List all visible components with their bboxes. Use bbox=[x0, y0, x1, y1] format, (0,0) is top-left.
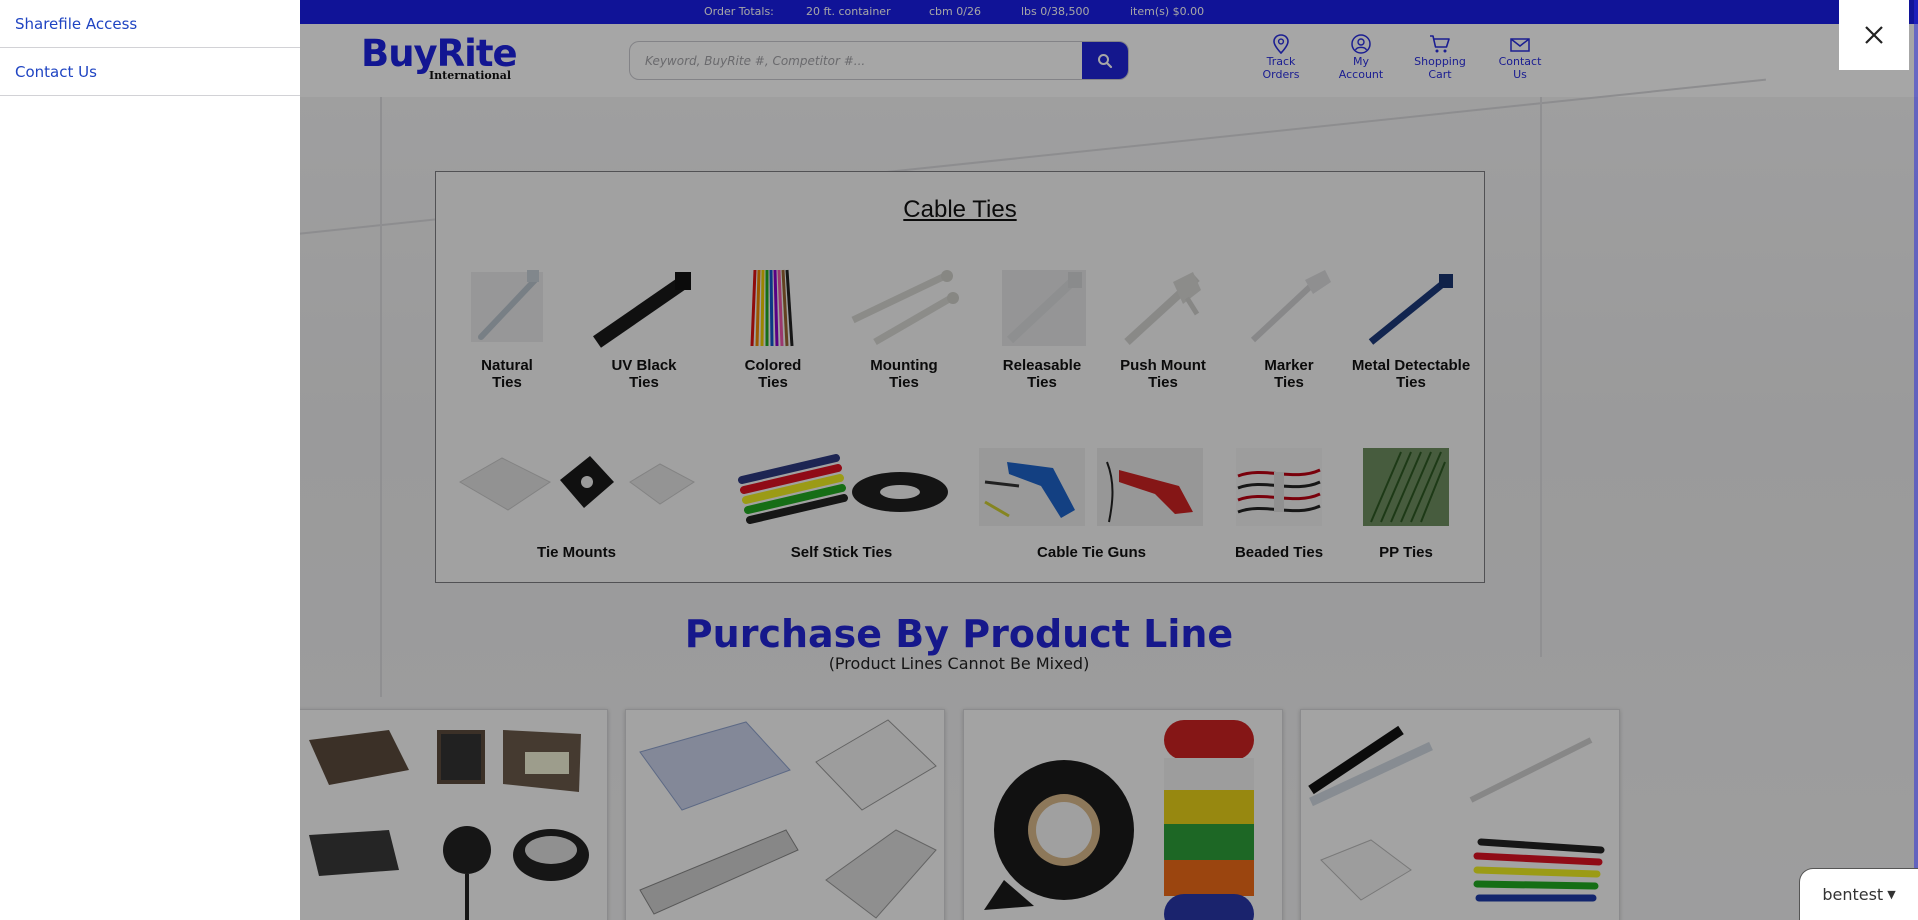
chat-widget-label: bentest bbox=[1822, 885, 1884, 904]
close-icon bbox=[1865, 26, 1883, 44]
sidebar-item-contact-us[interactable]: Contact Us bbox=[0, 48, 300, 96]
caret-down-icon: ▼ bbox=[1887, 888, 1896, 901]
sidebar-item-sharefile-access[interactable]: Sharefile Access bbox=[0, 0, 300, 48]
side-menu-panel: Sharefile Access Contact Us bbox=[0, 0, 300, 920]
scrollbar-strip[interactable] bbox=[1914, 0, 1918, 920]
chat-widget-tab[interactable]: bentest ▼ bbox=[1799, 868, 1918, 920]
close-menu-button[interactable] bbox=[1839, 0, 1909, 70]
